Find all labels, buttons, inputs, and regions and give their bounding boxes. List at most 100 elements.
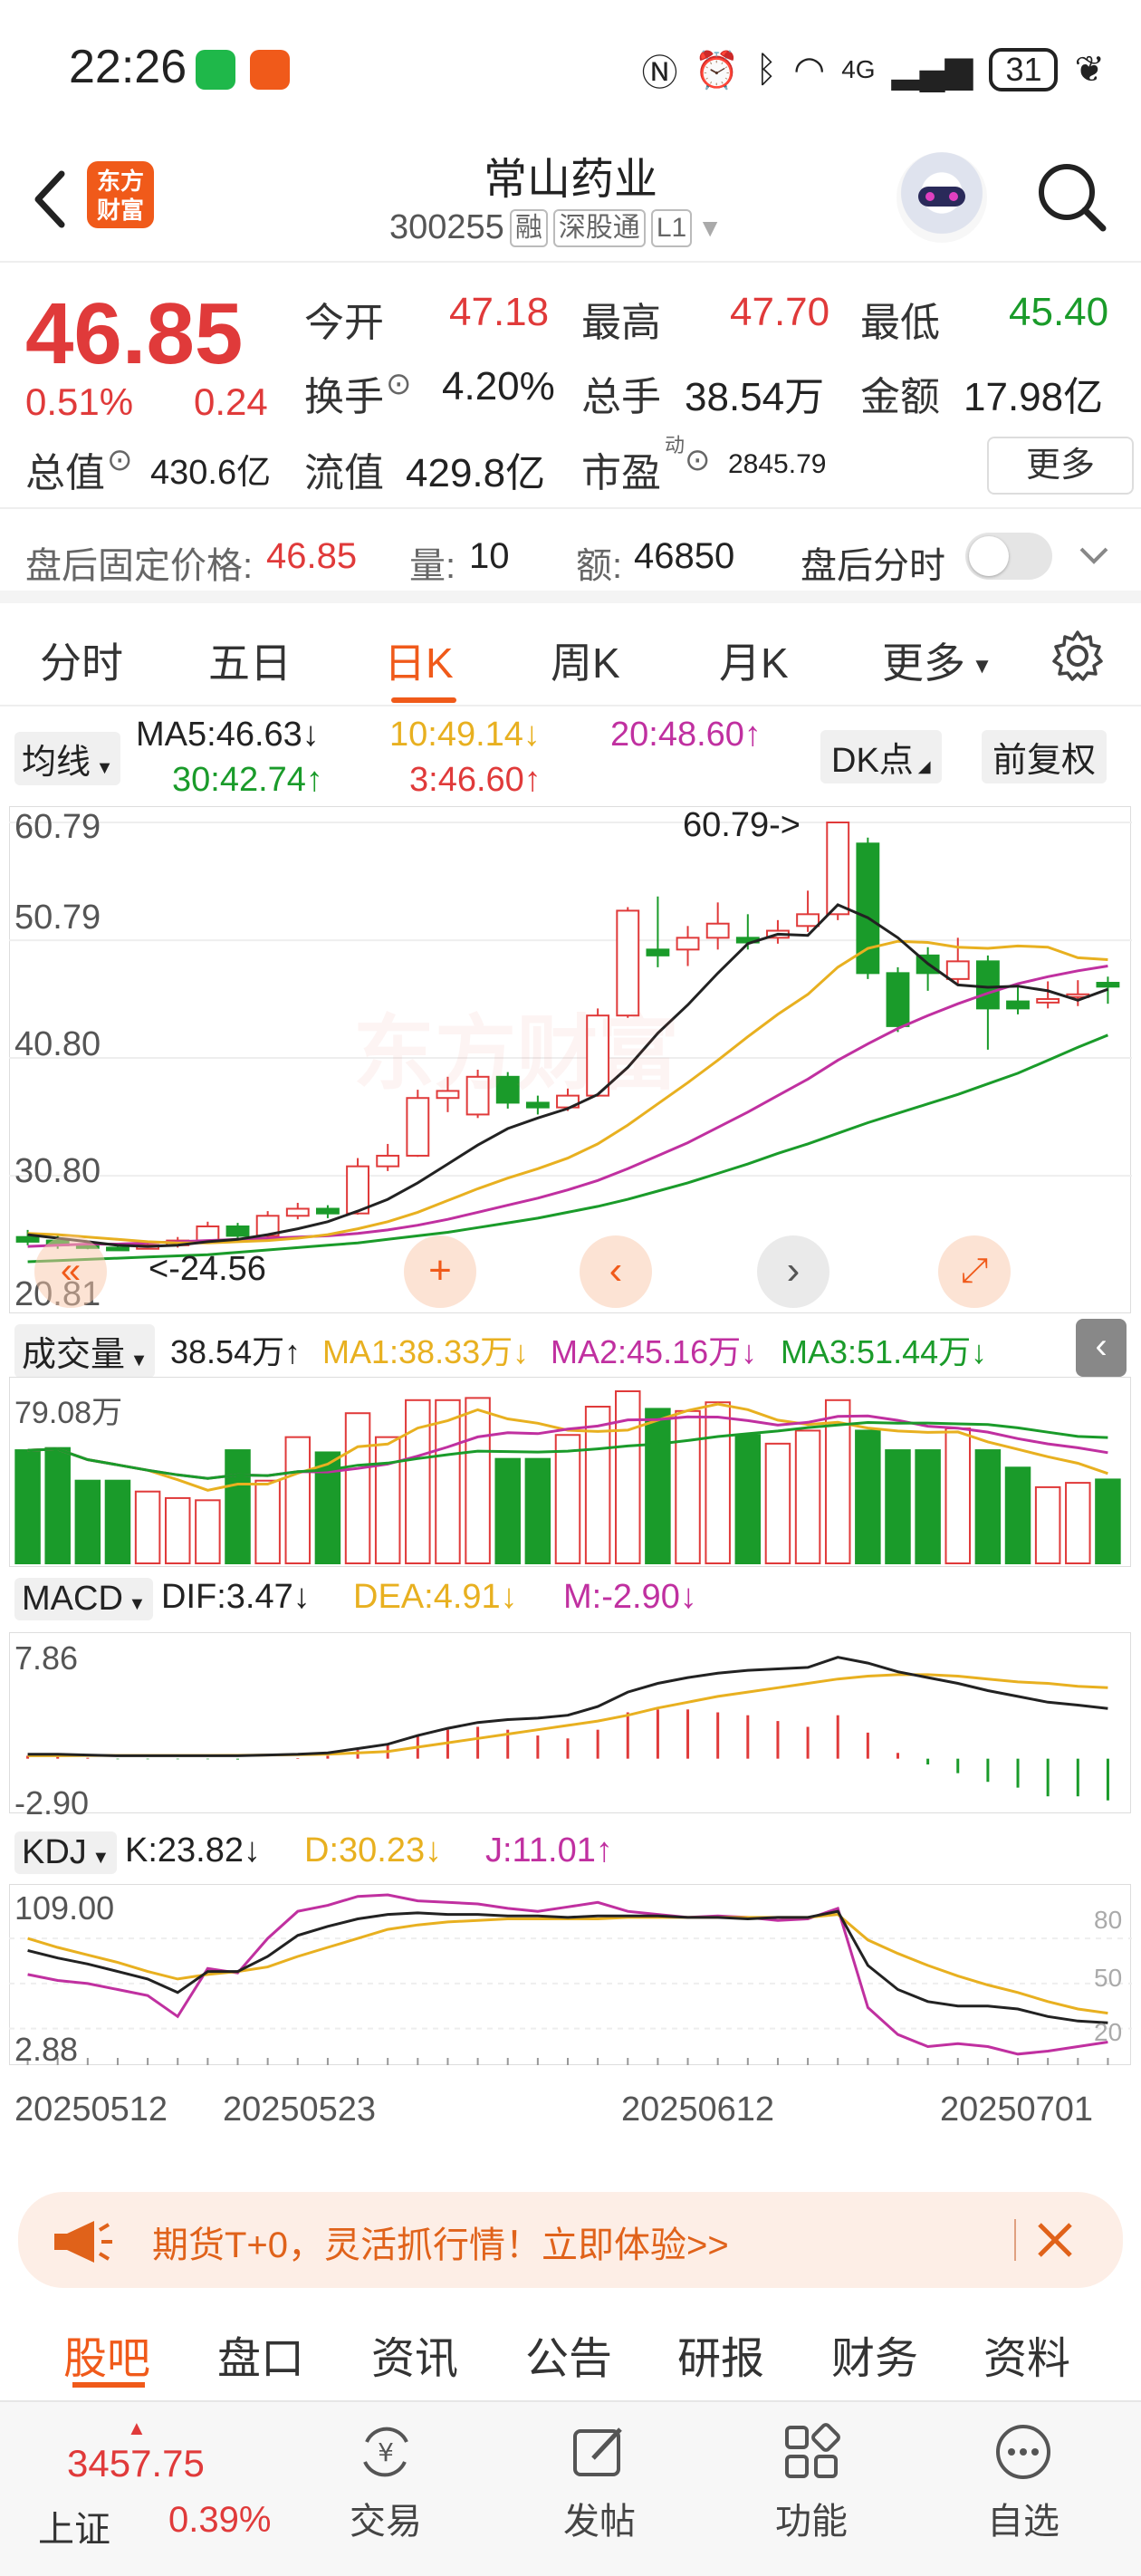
change-amount: 0.24 [194, 380, 268, 423]
tab-profile[interactable]: 资料 [983, 2322, 1070, 2386]
ma-selector-label: 均线 [22, 744, 91, 782]
stock-code: 300255 [389, 208, 504, 246]
volume-bar [554, 1434, 581, 1564]
connect-tag: 深股通 [552, 208, 646, 247]
toggle-knob [969, 536, 1009, 576]
volume-bar [254, 1479, 281, 1564]
tab-order-book[interactable]: 盘口 [217, 2322, 304, 2386]
macd-axis-bottom: -2.90 [14, 1784, 90, 1821]
price-axis-label: 60.79 [14, 808, 101, 846]
scroll-left-icon[interactable]: « [34, 1235, 107, 1308]
nav-post[interactable]: 发帖 [509, 2420, 690, 2544]
banner-divider [1014, 2219, 1016, 2261]
chevron-down-icon[interactable] [1074, 536, 1114, 576]
nfc-icon: Ⓝ [641, 53, 678, 93]
volume-bar [1004, 1466, 1031, 1564]
macd-chart [9, 1632, 1131, 1813]
caret-down-icon: ▼ [91, 758, 114, 778]
zoom-in-icon[interactable]: + [404, 1235, 476, 1308]
candle-body [826, 822, 850, 916]
up-triangle-icon: ▲ [127, 2417, 147, 2439]
volume-bar [1095, 1478, 1121, 1564]
last-price: 46.85 [25, 285, 244, 382]
after-hours-toggle[interactable] [965, 533, 1052, 580]
period-tabs: 分时 五日 日K 周K 月K 更多 ▼ [0, 607, 1141, 706]
more-button[interactable]: 更多 [987, 437, 1134, 495]
tab-weekly-k[interactable]: 周K [551, 630, 620, 690]
candle-body [1096, 982, 1120, 988]
back-arrow-icon[interactable] [24, 163, 78, 235]
alarm-icon: ⏰ [694, 50, 740, 91]
tab-research[interactable]: 研报 [677, 2322, 764, 2386]
volume-bar [885, 1449, 911, 1564]
next-icon[interactable]: › [757, 1235, 829, 1308]
app-notification-icon [250, 50, 290, 90]
volume-bar [675, 1409, 701, 1564]
candle-body [315, 1207, 340, 1215]
nav-watchlist[interactable]: 自选 [933, 2420, 1114, 2544]
tab-timeshare[interactable]: 分时 [40, 630, 123, 690]
volume-bar [974, 1449, 1002, 1564]
kdj-selector[interactable]: KDJ ▼ [14, 1831, 118, 1874]
candle-body [196, 1225, 220, 1242]
kdj-j-legend: J:11.01↑ [485, 1831, 613, 1870]
low-label: 最低 [860, 301, 940, 345]
index-ticker[interactable]: ▲ 3457.75 上证 0.39% [18, 2417, 290, 2562]
ma-selector[interactable]: 均线 ▼ [14, 732, 121, 785]
after-hours-amt-value: 46850 [634, 536, 735, 576]
volume-selector[interactable]: 成交量 ▼ [14, 1324, 156, 1378]
nav-trade[interactable]: ¥ 交易 [295, 2420, 476, 2544]
macd-dif-legend: DIF:3.47↓ [161, 1578, 311, 1616]
high-annotation: 60.79-> [683, 806, 801, 844]
tab-monthly-k[interactable]: 月K [719, 630, 789, 690]
after-hours-amt-label: 额: [576, 546, 623, 586]
assistant-robot-avatar[interactable] [896, 152, 987, 243]
info-icon[interactable]: ⊙ [685, 442, 711, 478]
nav-functions[interactable]: 功能 [721, 2420, 902, 2544]
after-hours-vol-value: 10 [469, 536, 510, 576]
info-icon[interactable]: ⊙ [107, 442, 133, 478]
caret-down-icon: ▼ [965, 653, 993, 678]
change-percent: 0.51% [25, 380, 134, 423]
macd-selector[interactable]: MACD ▼ [14, 1578, 154, 1620]
adjust-button[interactable]: 前复权 [982, 730, 1107, 783]
volume-bar [645, 1408, 671, 1564]
tab-forum[interactable]: 股吧 [63, 2322, 150, 2386]
active-tab-indicator [391, 697, 456, 703]
prev-icon[interactable]: ‹ [580, 1235, 652, 1308]
volume-axis-label: 79.08万 [14, 1396, 123, 1430]
gear-icon[interactable] [1049, 627, 1107, 685]
tab-announcements[interactable]: 公告 [525, 2322, 612, 2386]
candle-body [1036, 997, 1060, 1004]
price-axis-label: 40.80 [14, 1025, 101, 1063]
logo-text: 东方财富 [97, 168, 145, 224]
fullscreen-icon[interactable]: ⤢ [938, 1235, 1011, 1308]
candle-body [705, 922, 730, 939]
dk-point-button[interactable]: DK点 ◢ [820, 730, 942, 783]
tab-news[interactable]: 资讯 [371, 2322, 458, 2386]
volume-bar [855, 1429, 881, 1564]
volume-bar [284, 1436, 312, 1564]
eastmoney-logo[interactable]: 东方财富 [87, 161, 154, 228]
caret-down-icon[interactable]: ▼ [697, 214, 723, 243]
tab-daily-k[interactable]: 日K [384, 630, 454, 690]
after-hours-vol-label: 量: [409, 546, 456, 586]
close-icon[interactable] [1032, 2217, 1078, 2263]
info-icon[interactable]: ⊙ [386, 366, 412, 402]
promo-banner[interactable]: 期货T+0，灵活抓行情！立即体验>> [18, 2192, 1123, 2288]
volume-bar [764, 1442, 791, 1565]
date-axis-label: 20250612 [621, 2091, 775, 2129]
pe-value: 2845.79 [728, 449, 827, 479]
candle-body [886, 972, 910, 1027]
volume-bar [465, 1397, 491, 1564]
volume-bar [494, 1457, 521, 1564]
collapse-panel-icon[interactable]: ‹ [1076, 1319, 1127, 1377]
volume-bar [794, 1429, 821, 1564]
tab-financials[interactable]: 财务 [831, 2322, 918, 2386]
tab-more[interactable]: 更多 ▼ [882, 630, 992, 690]
grid-icon [785, 2423, 840, 2478]
search-icon[interactable] [1032, 158, 1108, 234]
margin-tag: 融 [509, 208, 548, 247]
kdj-k-legend: K:23.82↓ [125, 1831, 261, 1870]
tab-five-day[interactable]: 五日 [208, 630, 292, 690]
